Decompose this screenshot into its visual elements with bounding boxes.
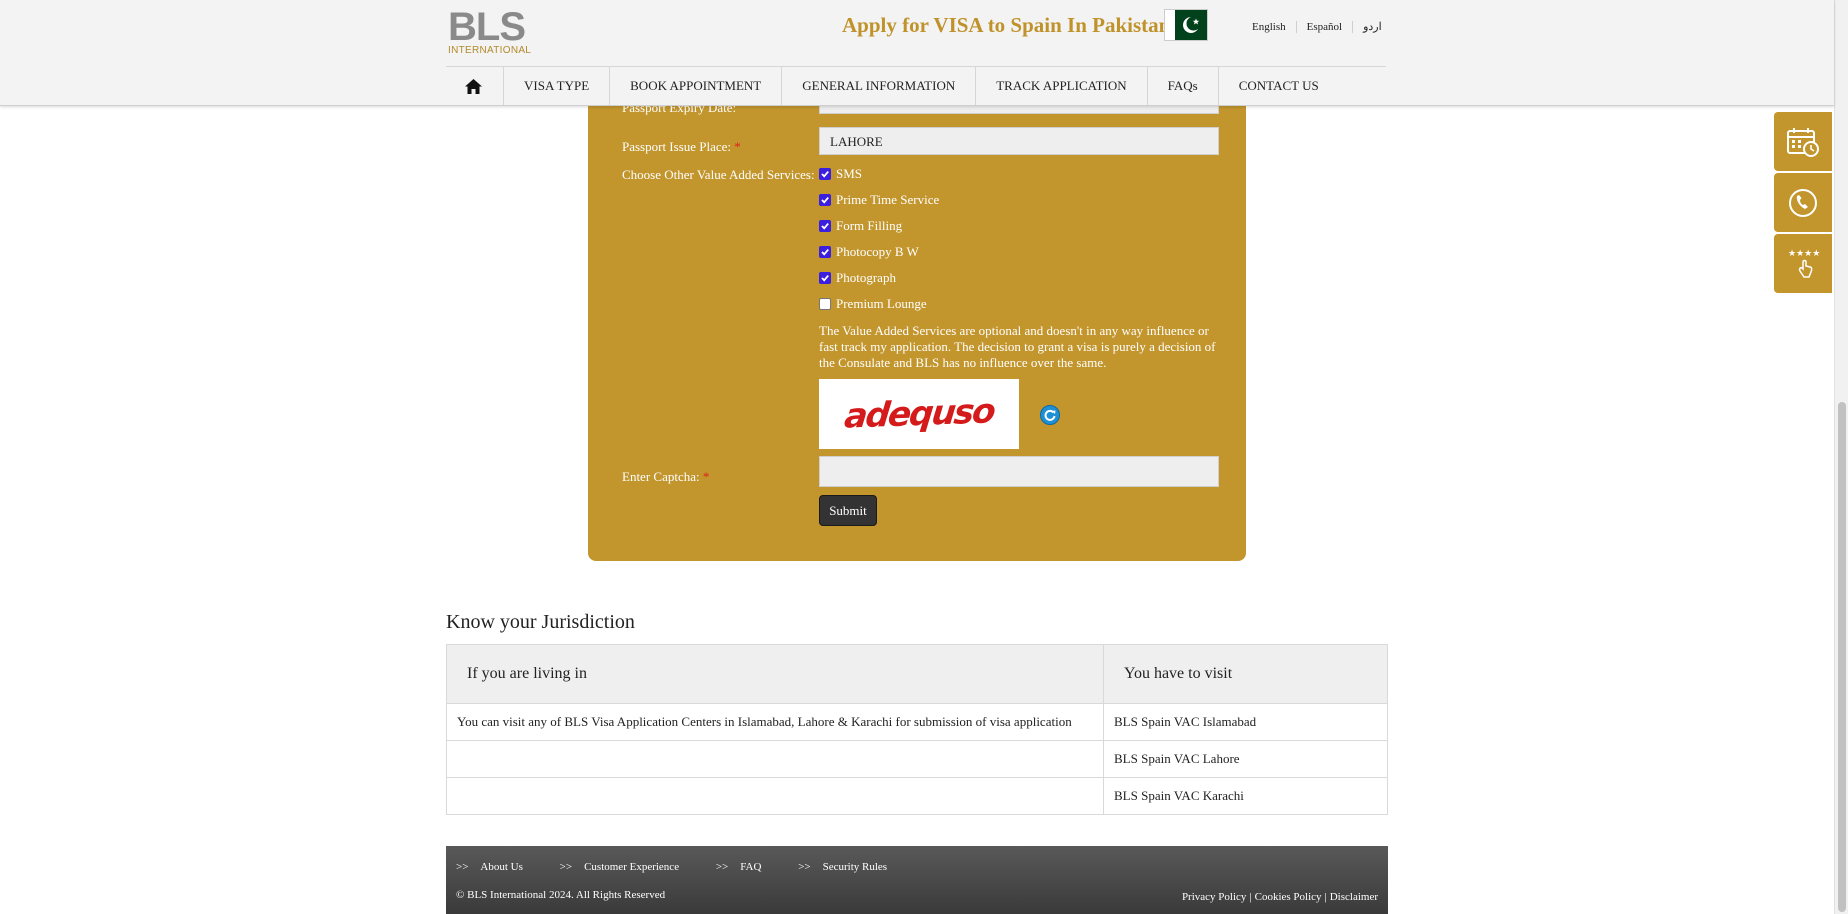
- application-form: Passport Expiry Date: Passport Issue Pla…: [588, 60, 1246, 561]
- disclaimer-link[interactable]: Disclaimer: [1330, 891, 1378, 903]
- home-icon: [465, 78, 482, 94]
- main-nav: VISA TYPE BOOK APPOINTMENT GENERAL INFOR…: [446, 66, 1386, 106]
- service-photocopy[interactable]: Photocopy B W: [819, 244, 919, 260]
- calendar-clock-icon: [1787, 127, 1819, 157]
- captcha-input[interactable]: [819, 456, 1219, 487]
- service-photograph[interactable]: Photograph: [819, 270, 896, 286]
- column-header: If you are living in: [446, 644, 1104, 704]
- refresh-captcha-icon[interactable]: [1040, 405, 1060, 425]
- nav-track-application[interactable]: TRACK APPLICATION: [976, 67, 1148, 105]
- footer-link-faq[interactable]: >> FAQ: [716, 861, 762, 873]
- checkbox-checked-icon[interactable]: [819, 272, 831, 284]
- service-premium-lounge[interactable]: Premium Lounge: [819, 296, 927, 312]
- table-cell: BLS Spain VAC Islamabad: [1103, 703, 1388, 741]
- value-added-services-note: The Value Added Services are optional an…: [819, 323, 1216, 370]
- pakistan-flag-icon: [1164, 9, 1208, 41]
- service-label: Photograph: [836, 270, 896, 285]
- column-header: You have to visit: [1103, 644, 1388, 704]
- bls-logo[interactable]: BLS INTERNATIONAL: [448, 5, 532, 56]
- lang-espanol[interactable]: Español: [1297, 21, 1354, 33]
- captcha-image: adequso: [819, 379, 1019, 449]
- jurisdiction-table: If you are living in You have to visit Y…: [446, 644, 1388, 815]
- footer-link-customer-experience[interactable]: >> Customer Experience: [560, 861, 679, 873]
- legal-links: Privacy Policy | Cookies Policy | Disclaimer: [1181, 891, 1378, 903]
- lang-urdu[interactable]: اردو: [1353, 20, 1392, 33]
- passport-issue-place-field[interactable]: LAHORE: [819, 127, 1219, 155]
- passport-issue-place-label: Passport Issue Place: *: [622, 139, 741, 154]
- lang-english[interactable]: English: [1244, 21, 1297, 33]
- required-mark: *: [734, 139, 741, 154]
- service-label: Photocopy B W: [836, 244, 919, 259]
- table-row: BLS Spain VAC Karachi: [446, 777, 1388, 815]
- service-label: SMS: [836, 166, 863, 181]
- captcha-label: Enter Captcha: *: [622, 469, 710, 484]
- scrollbar-thumb[interactable]: [1838, 402, 1846, 912]
- service-sms[interactable]: SMS: [819, 166, 862, 182]
- checkbox-checked-icon[interactable]: [819, 168, 831, 180]
- phone-icon: [1789, 188, 1817, 217]
- table-cell: [446, 740, 1104, 778]
- nav-contact-us[interactable]: CONTACT US: [1219, 67, 1339, 105]
- service-prime-time[interactable]: Prime Time Service: [819, 192, 939, 208]
- site-footer: >> About Us >> Customer Experience >> FAQ >…: [446, 846, 1388, 914]
- side-contact-button[interactable]: [1774, 173, 1832, 232]
- value-added-services-label: Choose Other Value Added Services:: [622, 167, 815, 182]
- table-cell: You can visit any of BLS Visa Applicatio…: [446, 703, 1104, 741]
- page-scrollbar[interactable]: [1834, 0, 1848, 914]
- logo-sub-text: INTERNATIONAL: [448, 45, 532, 56]
- captcha-text: adequso: [842, 391, 996, 437]
- rating-feedback-icon: ★★★★★: [1788, 249, 1820, 278]
- side-appointment-button[interactable]: [1774, 112, 1832, 171]
- copyright: © BLS International 2024. All Rights Res…: [456, 889, 666, 901]
- checkbox-checked-icon[interactable]: [819, 194, 831, 206]
- footer-link-about[interactable]: >> About Us: [456, 861, 523, 873]
- footer-link-security-rules[interactable]: >> Security Rules: [798, 861, 887, 873]
- table-row: BLS Spain VAC Lahore: [446, 740, 1388, 778]
- language-switcher: English Español اردو: [1244, 20, 1392, 33]
- cookies-policy-link[interactable]: Cookies Policy: [1255, 891, 1322, 903]
- site-header: BLS INTERNATIONAL Apply for VISA to Spai…: [0, 0, 1834, 106]
- checkbox-checked-icon[interactable]: [819, 220, 831, 232]
- service-form-filling[interactable]: Form Filling: [819, 218, 902, 234]
- nav-general-information[interactable]: GENERAL INFORMATION: [782, 67, 977, 105]
- page-title: Apply for VISA to Spain In Pakistan: [842, 13, 1171, 37]
- footer-links: >> About Us >> Customer Experience >> FAQ >…: [456, 861, 921, 873]
- nav-faqs[interactable]: FAQs: [1148, 67, 1219, 105]
- service-label: Form Filling: [836, 218, 903, 233]
- nav-visa-type[interactable]: VISA TYPE: [504, 67, 611, 105]
- table-cell: [446, 777, 1104, 815]
- logo-main-text: BLS: [448, 5, 526, 49]
- table-row: You can visit any of BLS Visa Applicatio…: [446, 703, 1388, 741]
- table-header-row: If you are living in You have to visit: [446, 644, 1388, 704]
- required-mark: *: [702, 469, 710, 484]
- checkbox-unchecked-icon[interactable]: [819, 298, 831, 310]
- jurisdiction-title: Know your Jurisdiction: [446, 611, 635, 633]
- checkbox-checked-icon[interactable]: [819, 246, 831, 258]
- service-label: Prime Time Service: [836, 192, 940, 207]
- svg-text:★★★★★: ★★★★★: [1788, 249, 1820, 259]
- nav-home[interactable]: [446, 67, 504, 105]
- side-feedback-button[interactable]: ★★★★★: [1774, 234, 1832, 293]
- table-cell: BLS Spain VAC Karachi: [1103, 777, 1388, 815]
- submit-button[interactable]: Submit: [819, 495, 877, 526]
- table-cell: BLS Spain VAC Lahore: [1103, 740, 1388, 778]
- service-label: Premium Lounge: [836, 296, 927, 311]
- nav-book-appointment[interactable]: BOOK APPOINTMENT: [610, 67, 783, 105]
- privacy-policy-link[interactable]: Privacy Policy: [1182, 891, 1246, 903]
